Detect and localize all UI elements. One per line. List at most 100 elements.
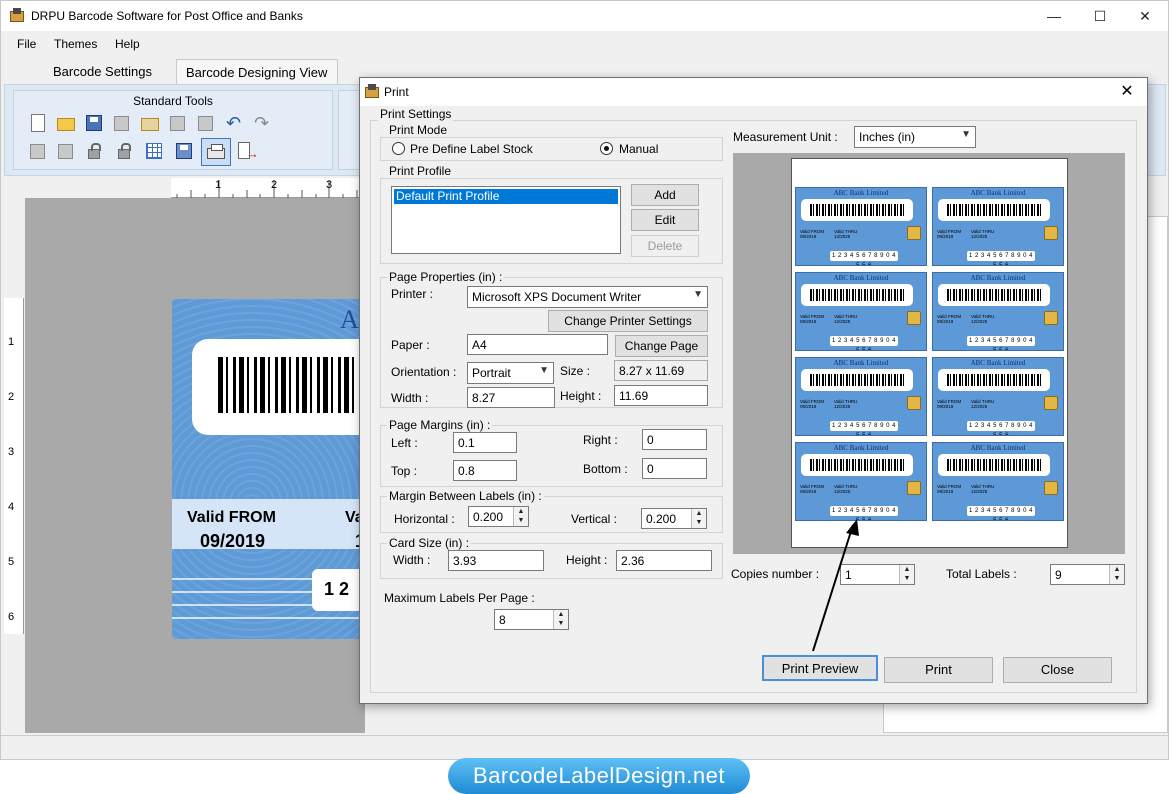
copies-label: Copies number : <box>731 567 820 581</box>
unlock-icon[interactable] <box>114 141 134 161</box>
page-width-field[interactable]: 8.27 <box>467 387 555 408</box>
change-page-button[interactable]: Change Page <box>615 335 708 357</box>
preview-barcode <box>938 369 1050 391</box>
close-button[interactable]: ✕ <box>1122 1 1168 31</box>
close-dialog-button[interactable]: Close <box>1003 657 1112 683</box>
page-margins-label: Page Margins (in) : <box>387 418 493 432</box>
tab-barcode-settings[interactable]: Barcode Settings <box>53 64 152 79</box>
orientation-value: Portrait <box>472 366 511 380</box>
dialog-close-button[interactable]: ✕ <box>1112 80 1142 104</box>
ruler-label: 3 <box>326 179 333 191</box>
menu-help[interactable]: Help <box>115 37 140 51</box>
dialog-title: Print <box>384 85 409 99</box>
top-margin-label: Top : <box>391 464 418 478</box>
profile-list[interactable]: Default Print Profile <box>391 186 621 254</box>
size-label: Size : <box>560 364 591 378</box>
preview-number: 1 2 3 4 5 6 7 8 9 0 4 5 5 6 <box>967 421 1035 435</box>
menu-file[interactable]: File <box>17 37 36 51</box>
menu-themes[interactable]: Themes <box>54 37 97 51</box>
preview-barcode <box>801 199 913 221</box>
cut-icon[interactable] <box>168 113 188 133</box>
paper-field[interactable]: A4 <box>467 334 608 355</box>
redo-icon[interactable]: ↷ <box>252 113 272 133</box>
tab-barcode-designing-view[interactable]: Barcode Designing View <box>176 59 338 84</box>
send-back-icon[interactable] <box>28 141 48 161</box>
spinner-arrows-icon[interactable]: ▲ ▼ <box>691 509 706 528</box>
preview-valid-from: Valid FROM 09/2019 <box>937 399 961 409</box>
preview-bank-name: ABC Bank Limited <box>833 274 889 282</box>
preview-number: 1 2 3 4 5 6 7 8 9 0 4 5 5 6 <box>830 251 898 265</box>
print-icon[interactable] <box>201 138 231 166</box>
page-height-field[interactable]: 11.69 <box>614 385 708 406</box>
print-profile-label: Print Profile <box>387 164 454 178</box>
orientation-select[interactable]: Portrait ▼ <box>467 362 554 384</box>
preview-valid-thru-date: 12/2025 <box>834 489 851 494</box>
preview-valid-from: Valid FROM 09/2019 <box>800 399 824 409</box>
delete-profile-button[interactable]: Delete <box>631 235 699 257</box>
page-setup-icon[interactable] <box>174 141 194 161</box>
minimize-button[interactable]: — <box>1031 1 1077 31</box>
lock-icon[interactable] <box>84 141 104 161</box>
vertical-ruler: 1 2 3 4 5 6 <box>4 298 24 634</box>
save-icon[interactable] <box>84 113 104 133</box>
maximize-button[interactable]: ☐ <box>1077 1 1123 31</box>
max-labels-label: Maximum Labels Per Page : <box>384 591 535 605</box>
preview-valid-from: Valid FROM 09/2019 <box>937 314 961 324</box>
print-button[interactable]: Print <box>884 657 993 683</box>
card-size-label: Card Size (in) : <box>387 536 472 550</box>
horizontal-spinner[interactable]: 0.200 ▲ ▼ <box>468 506 529 527</box>
preview-valid-thru-date: 12/2025 <box>834 404 851 409</box>
max-labels-spinner[interactable]: 8 ▲ ▼ <box>494 609 569 630</box>
top-margin-field[interactable]: 0.8 <box>453 460 517 481</box>
vertical-spinner[interactable]: 0.200 ▲ ▼ <box>641 508 707 529</box>
bottom-margin-field[interactable]: 0 <box>642 458 707 479</box>
preview-number: 1 2 3 4 5 6 7 8 9 0 4 5 5 6 <box>967 506 1035 520</box>
preview-number: 1 2 3 4 5 6 7 8 9 0 4 5 5 6 <box>967 251 1035 265</box>
delete-icon[interactable] <box>196 113 216 133</box>
add-profile-button[interactable]: Add <box>631 184 699 206</box>
preview-bank-name: ABC Bank Limited <box>970 274 1026 282</box>
total-labels-spinner[interactable]: 9 ▲ ▼ <box>1050 564 1125 585</box>
spinner-arrows-icon[interactable]: ▲ ▼ <box>553 610 568 629</box>
spinner-arrows-icon[interactable]: ▲ ▼ <box>1109 565 1124 584</box>
label-design[interactable]: A Valid FROM 09/2019 Va 1 1 2 <box>172 299 372 639</box>
card-width-field[interactable]: 3.93 <box>448 550 544 571</box>
spinner-arrows-icon[interactable]: ▲ ▼ <box>513 507 528 526</box>
ruler-label: 2 <box>8 391 15 403</box>
preview-bank-name: ABC Bank Limited <box>970 359 1026 367</box>
undo-icon[interactable]: ↶ <box>224 113 244 133</box>
card-height-field[interactable]: 2.36 <box>616 550 712 571</box>
preview-label: ABC Bank Limited Valid FROM 09/2019 Valid T… <box>795 187 927 266</box>
ruler-label: 1 <box>215 179 222 191</box>
left-margin-field[interactable]: 0.1 <box>453 432 517 453</box>
profile-item[interactable]: Default Print Profile <box>394 189 618 204</box>
new-icon[interactable] <box>28 113 48 133</box>
printer-select[interactable]: Microsoft XPS Document Writer ▼ <box>467 286 708 308</box>
open-folder-icon[interactable] <box>56 113 76 133</box>
copy-icon[interactable] <box>112 113 132 133</box>
radio-manual[interactable] <box>600 142 613 155</box>
preview-bank-name: ABC Bank Limited <box>833 359 889 367</box>
barcode-box[interactable] <box>192 339 372 435</box>
export-icon[interactable] <box>236 141 259 161</box>
width-label: Width : <box>391 391 429 405</box>
change-printer-settings-button[interactable]: Change Printer Settings <box>548 310 708 332</box>
chip-icon <box>907 311 921 325</box>
print-preview-button[interactable]: Print Preview <box>762 655 878 681</box>
right-margin-field[interactable]: 0 <box>642 429 707 450</box>
ruler-label: 4 <box>8 501 15 513</box>
valid-from-label: Valid FROM <box>187 509 276 526</box>
chevron-down-icon: ▼ <box>961 129 971 140</box>
paste-icon[interactable] <box>140 113 160 133</box>
card-height-label: Height : <box>566 553 608 567</box>
radio-predefine-stock[interactable] <box>392 142 405 155</box>
grid-icon[interactable] <box>144 141 164 161</box>
copies-spinner[interactable]: 1 ▲ ▼ <box>840 564 915 585</box>
edit-profile-button[interactable]: Edit <box>631 209 699 231</box>
total-labels-label: Total Labels : <box>946 567 1017 581</box>
app-icon <box>364 84 380 100</box>
spinner-arrows-icon[interactable]: ▲ ▼ <box>899 565 914 584</box>
bring-front-icon[interactable] <box>56 141 76 161</box>
preview-valid-from-date: 09/2019 <box>937 489 954 494</box>
measurement-unit-select[interactable]: Inches (in) ▼ <box>854 126 976 148</box>
